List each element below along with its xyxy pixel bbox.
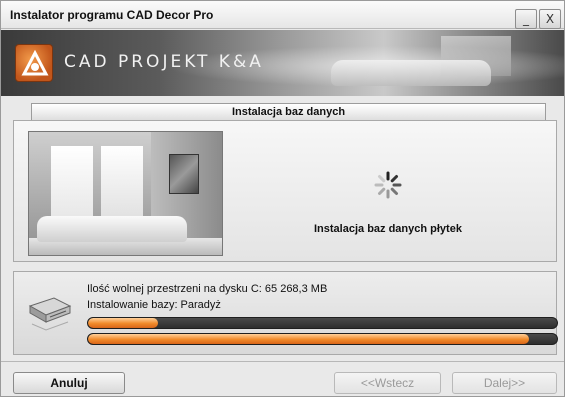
photo-bathtub: [37, 216, 187, 242]
current-database-text: Instalowanie bazy: Paradyż: [87, 299, 221, 311]
content-panel: Instalacja baz danych płytek: [13, 120, 557, 262]
back-button[interactable]: <<Wstecz: [334, 372, 441, 394]
banner-bathtub-decor: [331, 60, 491, 86]
next-button[interactable]: Dalej>>: [452, 372, 557, 394]
free-space-text: Ilość wolnej przestrzeni na dysku C: 65 …: [87, 283, 328, 295]
overall-progress-bar: [87, 333, 558, 345]
hard-disk-icon: [28, 297, 72, 331]
photo-window-left: [51, 146, 93, 216]
cancel-button[interactable]: Anuluj: [13, 372, 125, 394]
photo-window-right: [101, 146, 143, 216]
cad-projekt-logo-icon: [15, 44, 53, 82]
section-title: Instalacja baz danych: [31, 103, 546, 121]
bathroom-photo: [28, 131, 223, 256]
installer-window: Instalator programu CAD Decor Pro _ X CA…: [0, 0, 565, 397]
database-progress-bar: [87, 317, 558, 329]
photo-artwork: [169, 154, 199, 194]
overall-progress-fill: [88, 334, 529, 344]
database-progress-fill: [88, 318, 159, 328]
footer-divider: [1, 361, 564, 362]
brand-name: CAD PROJEKT K&A: [64, 52, 264, 72]
close-button[interactable]: X: [539, 9, 561, 29]
minimize-button[interactable]: _: [515, 9, 537, 29]
window-title: Instalator programu CAD Decor Pro: [10, 8, 214, 22]
loading-spinner-icon: [374, 171, 402, 199]
header-banner: CAD PROJEKT K&A: [1, 30, 564, 96]
install-status-text: Instalacja baz danych płytek: [314, 223, 462, 235]
title-bar[interactable]: Instalator programu CAD Decor Pro _ X: [1, 1, 564, 29]
progress-panel: Ilość wolnej przestrzeni na dysku C: 65 …: [13, 271, 558, 355]
